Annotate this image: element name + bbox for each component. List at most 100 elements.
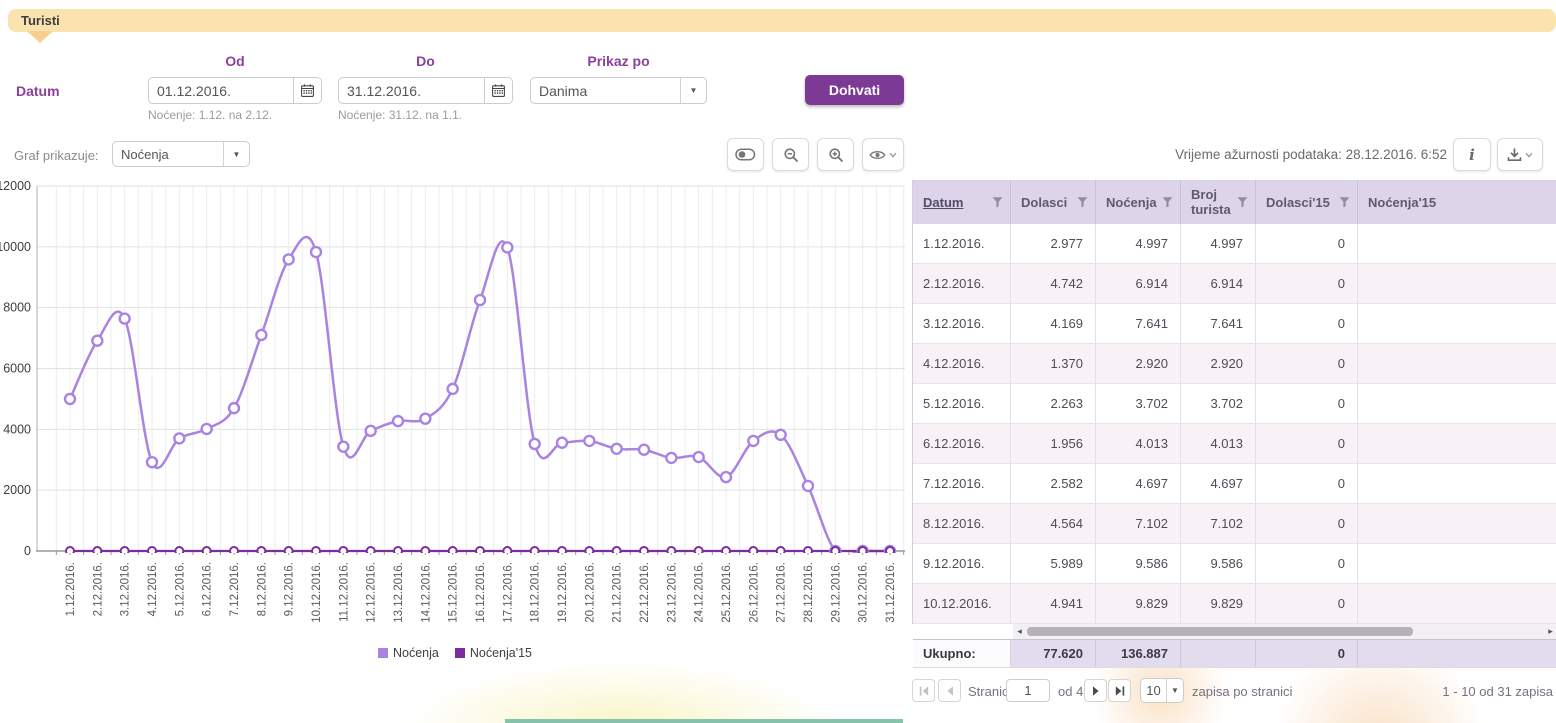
svg-text:15.12.2016.: 15.12.2016. [448,562,460,623]
column-header[interactable]: Dolasci [1011,180,1096,224]
filter-icon[interactable] [1162,196,1173,208]
date-to-input[interactable] [339,78,484,103]
download-icon [1507,147,1522,162]
info-icon: i [1469,146,1475,164]
cell-value: 0 [1256,504,1358,543]
zapisa-label: zapisa po stranici [1192,684,1292,699]
cell-value: 4.997 [1181,224,1256,263]
last-page-button[interactable] [1108,679,1131,702]
filter-icon[interactable] [992,196,1003,208]
cell-value: 4.564 [1011,504,1096,543]
filter-icon[interactable] [1339,196,1350,208]
zoom-out-button[interactable] [772,138,809,171]
table-row[interactable]: 10.12.2016.4.9419.8299.8290 [913,584,1556,624]
svg-text:6.12.2016.: 6.12.2016. [202,562,214,616]
visibility-menu-button[interactable] [862,138,904,171]
zoom-in-button[interactable] [817,138,854,171]
column-header[interactable]: Broj turista [1181,180,1256,224]
date-from-input[interactable] [149,78,293,103]
chart-legend: Noćenja Noćenja'15 [0,646,910,660]
scroll-left-arrow[interactable]: ◂ [1013,624,1026,639]
table-row[interactable]: 6.12.2016.1.9564.0134.0130 [913,424,1556,464]
table-row[interactable]: 2.12.2016.4.7426.9146.9140 [913,264,1556,304]
table-row[interactable]: 7.12.2016.2.5824.6974.6970 [913,464,1556,504]
table-row[interactable]: 9.12.2016.5.9899.5869.5860 [913,544,1556,584]
filter-icon[interactable] [1077,196,1088,208]
table-row[interactable]: 8.12.2016.4.5647.1027.1020 [913,504,1556,544]
cell-date: 9.12.2016. [913,544,1011,583]
chevron-down-icon: ▼ [1166,679,1183,702]
cell-value: 0 [1256,424,1358,463]
od-label: Od [148,53,322,69]
date-to-hint: Noćenje: 31.12. na 1.1. [338,108,462,122]
info-button[interactable]: i [1453,138,1491,171]
toggle-series-button[interactable] [727,138,764,171]
cell-value: 7.641 [1181,304,1256,343]
svg-text:24.12.2016.: 24.12.2016. [694,562,706,623]
column-header[interactable]: Noćenja [1096,180,1181,224]
cell-value [1358,224,1556,263]
legend-item[interactable]: Noćenja'15 [455,646,532,660]
filter-icon[interactable] [1237,196,1248,208]
cell-value: 4.169 [1011,304,1096,343]
cell-value: 2.920 [1181,344,1256,383]
calendar-icon [492,84,505,97]
page-title: Turisti [21,13,60,28]
svg-text:12.12.2016.: 12.12.2016. [366,562,378,623]
svg-text:2.12.2016.: 2.12.2016. [92,562,104,616]
date-from-hint: Noćenje: 1.12. na 2.12. [148,108,272,122]
table-row[interactable]: 3.12.2016.4.1697.6417.6410 [913,304,1556,344]
cell-value: 0 [1256,264,1358,303]
scrollbar-thumb[interactable] [1027,627,1413,636]
graf-prikazuje-select[interactable]: Noćenja ▼ [112,141,250,167]
cell-value: 7.641 [1096,304,1181,343]
page-size-select[interactable]: 10 ▼ [1140,678,1184,703]
horizontal-scrollbar[interactable]: ◂ ▸ [1013,624,1556,639]
export-button[interactable] [1497,138,1543,171]
legend-item[interactable]: Noćenja [378,646,439,660]
last-page-icon [1115,686,1125,696]
scroll-right-arrow[interactable]: ▸ [1544,624,1556,639]
svg-text:10000: 10000 [0,240,31,254]
legend-swatch [378,648,388,658]
cell-value: 3.702 [1096,384,1181,423]
table-header-row: DatumDolasciNoćenjaBroj turistaDolasci'1… [913,180,1556,224]
svg-text:25.12.2016.: 25.12.2016. [721,562,733,623]
cell-value: 2.263 [1011,384,1096,423]
totals-row: Ukupno: 77.620136.8870 [913,639,1556,668]
svg-text:28.12.2016.: 28.12.2016. [803,562,815,623]
legend-swatch [455,648,465,658]
prikaz-po-label: Prikaz po [530,53,707,69]
cell-value [1358,584,1556,623]
column-header[interactable]: Datum [913,180,1011,224]
svg-text:2000: 2000 [3,483,31,497]
chevron-down-icon: ▼ [680,78,706,103]
first-page-button[interactable] [912,679,935,702]
previous-page-button[interactable] [938,679,961,702]
chevron-down-icon [1525,152,1533,158]
column-header[interactable]: Noćenja'15 [1358,180,1556,224]
svg-text:0: 0 [24,544,31,558]
page-number-input[interactable] [1006,679,1050,702]
table-row[interactable]: 5.12.2016.2.2633.7023.7020 [913,384,1556,424]
footer-accent-strip [505,719,903,723]
data-table: DatumDolasciNoćenjaBroj turistaDolasci'1… [912,180,1556,624]
svg-text:10.12.2016.: 10.12.2016. [311,562,323,623]
toggle-icon [735,147,756,162]
calendar-icon [301,84,314,97]
cell-date: 1.12.2016. [913,224,1011,263]
table-row[interactable]: 1.12.2016.2.9774.9974.9970 [913,224,1556,264]
prikaz-po-select[interactable]: Danima ▼ [530,77,707,104]
next-page-button[interactable] [1084,679,1107,702]
column-header[interactable]: Dolasci'15 [1256,180,1358,224]
cell-date: 8.12.2016. [913,504,1011,543]
dohvati-button[interactable]: Dohvati [805,75,904,105]
date-from-field [148,77,322,104]
prikaz-po-value: Danima [531,78,680,103]
svg-text:20.12.2016.: 20.12.2016. [584,562,596,623]
date-to-calendar-button[interactable] [484,78,512,103]
date-from-calendar-button[interactable] [293,78,321,103]
cell-value: 6.914 [1181,264,1256,303]
cell-value: 4.742 [1011,264,1096,303]
table-row[interactable]: 4.12.2016.1.3702.9202.9200 [913,344,1556,384]
